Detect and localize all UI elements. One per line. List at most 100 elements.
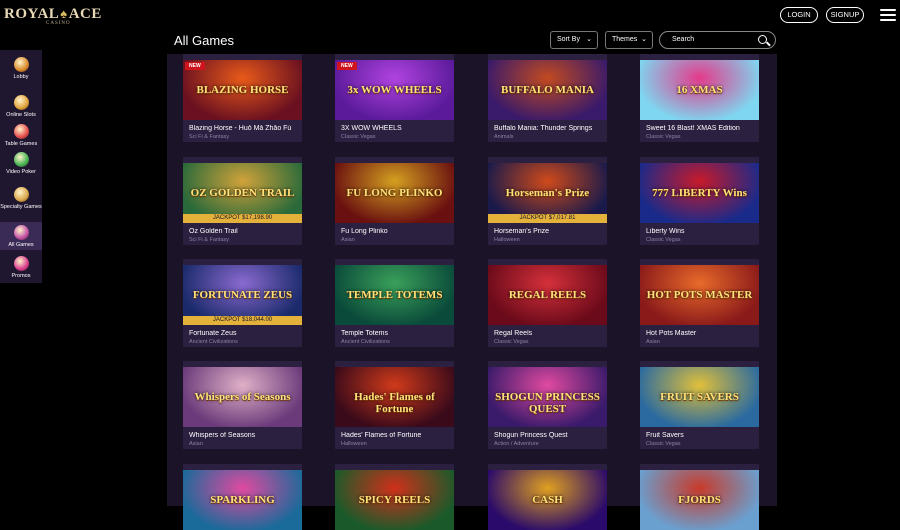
game-category: Classic Vegas (341, 134, 376, 140)
search-input[interactable]: Search (659, 31, 776, 49)
game-logo-text: OZ GOLDEN TRAIL (190, 187, 295, 199)
game-thumbnail[interactable]: TEMPLE TOTEMS (335, 265, 454, 325)
game-category: Sci Fi & Fantasy (189, 237, 230, 243)
specialty-games-icon (13, 187, 29, 202)
game-name[interactable]: Sweet 16 Blast! XMAS Edition (646, 125, 754, 132)
game-name[interactable]: Shogun Princess Quest (494, 432, 602, 439)
table-games-icon (13, 124, 29, 139)
game-thumbnail[interactable]: FU LONG PLINKO (335, 163, 454, 223)
sidebar-item-all-games[interactable]: All Games (0, 222, 42, 250)
hamburger-menu-icon[interactable] (880, 9, 896, 21)
game-card[interactable]: 3x WOW WHEELS NEW 3X WOW WHEELS Classic Veg… (335, 54, 454, 142)
game-name[interactable]: Blazing Horse - Huǒ Mǎ Zhāo Fú (189, 125, 297, 132)
game-thumbnail[interactable]: FORTUNATE ZEUS JACKPOT $18,044.00 (183, 265, 302, 325)
game-thumbnail[interactable]: HOT POTS MASTER (640, 265, 759, 325)
game-category: Asian (646, 339, 660, 345)
sidebar-item-label: Video Poker (6, 169, 36, 175)
game-thumbnail[interactable]: Hades' Flames of Fortune (335, 367, 454, 427)
game-category: Ancient Civilizations (189, 339, 238, 345)
game-thumbnail[interactable]: SPARKLING (183, 470, 302, 530)
game-card[interactable]: Hades' Flames of Fortune Hades' Flames of… (335, 361, 454, 449)
game-card[interactable]: REGAL REELS Regal Reels Classic Vegas (488, 259, 607, 347)
game-thumbnail[interactable]: OZ GOLDEN TRAIL JACKPOT $17,198.90 (183, 163, 302, 223)
game-logo-text: REGAL REELS (508, 289, 587, 301)
top-bar: ROYAL♠ACE CASINO LOGIN SIGNUP (0, 0, 900, 30)
game-card[interactable]: TEMPLE TOTEMS Temple Totems Ancient Civili… (335, 259, 454, 347)
game-thumbnail[interactable]: BLAZING HORSE NEW (183, 60, 302, 120)
game-name[interactable]: Buffalo Mania: Thunder Springs (494, 125, 602, 132)
brand-sub: CASINO (46, 21, 71, 26)
game-card[interactable]: HOT POTS MASTER Hot Pots Master Asian (640, 259, 759, 347)
game-category: Animals (494, 134, 514, 140)
game-name[interactable]: Whispers of Seasons (189, 432, 297, 439)
sidebar-item-promos[interactable]: Promos (0, 253, 42, 281)
game-thumbnail[interactable]: 16 XMAS (640, 60, 759, 120)
game-name[interactable]: Horseman's Prize (494, 228, 602, 235)
game-category: Ancient Civilizations (341, 339, 390, 345)
signup-button[interactable]: SIGNUP (826, 7, 864, 23)
game-logo-text: BUFFALO MANIA (501, 84, 594, 96)
search-placeholder: Search (672, 36, 695, 43)
game-name[interactable]: Fruit Savers (646, 432, 754, 439)
game-card[interactable]: SHOGUN PRINCESS QUEST Shogun Princess Que… (488, 361, 607, 449)
game-card[interactable]: FU LONG PLINKO Fu Long Plinko Asian (335, 157, 454, 245)
game-thumbnail[interactable]: Horseman's Prize JACKPOT $7,017.81 (488, 163, 607, 223)
game-thumbnail[interactable]: SPICY REELS (335, 470, 454, 530)
game-card[interactable]: SPARKLING (183, 464, 302, 530)
game-logo-text: FU LONG PLINKO (346, 187, 443, 199)
game-thumbnail[interactable]: Whispers of Seasons (183, 367, 302, 427)
game-card[interactable]: BUFFALO MANIA Buffalo Mania: Thunder Spri… (488, 54, 607, 142)
sidebar-item-online-slots[interactable]: Online Slots (0, 92, 42, 118)
game-card[interactable]: Horseman's Prize JACKPOT $7,017.81 Horsema… (488, 157, 607, 245)
brand-logo[interactable]: ROYAL♠ACE CASINO (4, 6, 102, 26)
game-card[interactable]: FJORDS (640, 464, 759, 530)
sidebar-item-specialty-games[interactable]: Specialty Games (0, 184, 42, 218)
game-logo-text: TEMPLE TOTEMS (346, 289, 443, 301)
game-name[interactable]: Regal Reels (494, 330, 602, 337)
sidebar-item-label: Promos (11, 273, 31, 279)
game-card[interactable]: OZ GOLDEN TRAIL JACKPOT $17,198.90 Oz Gold… (183, 157, 302, 245)
game-card[interactable]: BLAZING HORSE NEW Blazing Horse - Huǒ Mǎ Z… (183, 54, 302, 142)
game-thumbnail[interactable]: 3x WOW WHEELS NEW (335, 60, 454, 120)
video-poker-icon (13, 152, 29, 167)
game-card[interactable]: Whispers of Seasons Whispers of Seasons As… (183, 361, 302, 449)
search-icon[interactable] (758, 35, 767, 44)
game-thumbnail[interactable]: SHOGUN PRINCESS QUEST (488, 367, 607, 427)
game-name[interactable]: Fu Long Plinko (341, 228, 449, 235)
game-logo-text: 777 LIBERTY Wins (652, 187, 747, 199)
game-name[interactable]: Hades' Flames of Fortune (341, 432, 449, 439)
game-card[interactable]: FORTUNATE ZEUS JACKPOT $18,044.00 Fortunat… (183, 259, 302, 347)
game-thumbnail[interactable]: 777 LIBERTY Wins (640, 163, 759, 223)
game-logo-text: Horseman's Prize (505, 187, 590, 199)
game-name[interactable]: Hot Pots Master (646, 330, 754, 337)
game-name[interactable]: Oz Golden Trail (189, 228, 297, 235)
game-card[interactable]: FRUIT SAVERS Fruit Savers Classic Vegas (640, 361, 759, 449)
login-button[interactable]: LOGIN (780, 7, 818, 23)
chevron-down-icon: ⌄ (641, 36, 647, 43)
game-thumbnail[interactable]: FRUIT SAVERS (640, 367, 759, 427)
game-logo-text: FJORDS (678, 494, 721, 506)
game-thumbnail[interactable]: CASH (488, 470, 607, 530)
game-name[interactable]: Fortunate Zeus (189, 330, 297, 337)
game-name[interactable]: Temple Totems (341, 330, 449, 337)
game-card[interactable]: 777 LIBERTY Wins Liberty Wins Classic Vega… (640, 157, 759, 245)
sort-by-dropdown[interactable]: Sort By ⌄ (550, 31, 598, 49)
game-category: Sci Fi & Fantasy (189, 134, 230, 140)
game-name[interactable]: 3X WOW WHEELS (341, 125, 449, 132)
game-card[interactable]: 16 XMAS Sweet 16 Blast! XMAS Edition Class… (640, 54, 759, 142)
game-card[interactable]: CASH (488, 464, 607, 530)
sidebar-item-video-poker[interactable]: Video Poker (0, 149, 42, 179)
themes-dropdown[interactable]: Themes ⌄ (605, 31, 653, 49)
sidebar-item-table-games[interactable]: Table Games (0, 121, 42, 147)
game-thumbnail[interactable]: REGAL REELS (488, 265, 607, 325)
sidebar-item-lobby[interactable]: Lobby (0, 54, 42, 84)
game-category: Classic Vegas (646, 134, 681, 140)
game-thumbnail[interactable]: FJORDS (640, 470, 759, 530)
new-badge: NEW (337, 62, 357, 70)
game-thumbnail[interactable]: BUFFALO MANIA (488, 60, 607, 120)
jackpot-banner: JACKPOT $7,017.81 (488, 214, 607, 223)
games-grid: BLAZING HORSE NEW Blazing Horse - Huǒ Mǎ Z… (167, 54, 777, 530)
game-logo-text: SPICY REELS (358, 494, 431, 506)
game-card[interactable]: SPICY REELS (335, 464, 454, 530)
game-name[interactable]: Liberty Wins (646, 228, 754, 235)
